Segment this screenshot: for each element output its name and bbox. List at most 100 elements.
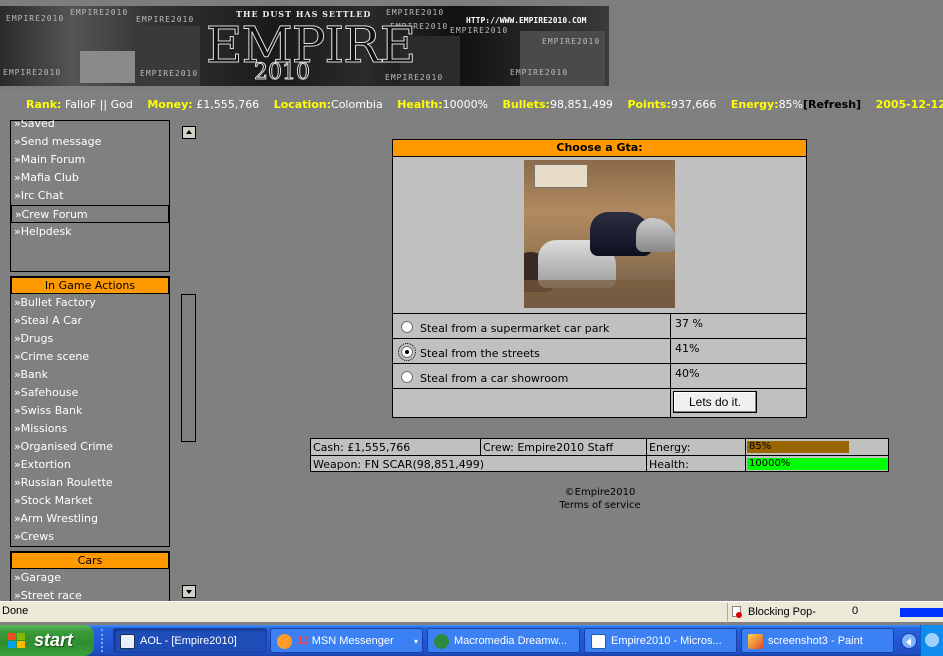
- menu-item-irc-chat[interactable]: »Irc Chat: [11, 187, 169, 205]
- menu-item-label: Organised Crime: [20, 440, 114, 453]
- menu-item-helpdesk[interactable]: »Helpdesk: [11, 223, 169, 241]
- menu-item-label: Drugs: [20, 332, 54, 345]
- watermark: EMPIRE2010: [70, 8, 129, 17]
- taskbar-item-msn[interactable]: 11 MSN Messenger ▾: [270, 628, 423, 653]
- menu-item-label: Steal A Car: [20, 314, 83, 327]
- menu-item-label: Main Forum: [20, 153, 86, 166]
- showroom-radio[interactable]: [401, 371, 413, 383]
- menu-bullet: »: [14, 458, 21, 471]
- gta-option-percent: 37 %: [675, 317, 703, 330]
- menu-item-mafia-club[interactable]: »Mafia Club: [11, 169, 169, 187]
- player-status-bar: Rank: FalloF || God Money: £1,555,766 Lo…: [0, 98, 943, 114]
- scroll-up-arrow[interactable]: [182, 126, 196, 139]
- menu-item-label: Mafia Club: [20, 171, 79, 184]
- menu-item-label: Saved: [20, 120, 55, 130]
- watermark: EMPIRE2010: [136, 15, 195, 24]
- menu-bullet: »: [14, 171, 21, 184]
- health-bar: 10000%: [747, 458, 888, 470]
- gta-option-label: Steal from a supermarket car park: [420, 322, 610, 335]
- task-label: Macromedia Dreamw...: [454, 635, 568, 647]
- progress-bar: [900, 608, 943, 617]
- browser-status-bar: Done Blocking Pop-Ups▾ 0: [0, 601, 943, 636]
- bullets-label: Bullets:: [502, 98, 550, 111]
- empire-logo-banner[interactable]: EMPIRE2010 EMPIRE2010 EMPIRE2010 EMPIRE2…: [0, 6, 609, 86]
- menu-item-label: Russian Roulette: [20, 476, 113, 489]
- menu-bullet: »: [14, 135, 21, 148]
- refresh-link[interactable]: [Refresh]: [803, 98, 861, 111]
- taskbar-item-paint[interactable]: screenshot3 - Paint: [741, 628, 894, 653]
- popup-blocker[interactable]: Blocking Pop-Ups▾: [727, 603, 837, 636]
- points-label: Points:: [627, 98, 671, 111]
- show-hidden-icons-button[interactable]: [901, 633, 917, 649]
- car-showroom-photo: [524, 160, 675, 308]
- start-button[interactable]: start: [0, 625, 94, 656]
- menu-item-steal-a-car[interactable]: »Steal A Car: [11, 312, 169, 330]
- weapon-value: Weapon: FN SCAR(98,851,499): [313, 458, 485, 471]
- task-label: AOL - [Empire2010]: [140, 635, 237, 647]
- menu-bullet: »: [14, 225, 21, 238]
- menu-item-main-forum[interactable]: »Main Forum: [11, 151, 169, 169]
- player-stats-table: Cash: £1,555,766 Crew: Empire2010 Staff …: [310, 438, 889, 472]
- windows-taskbar: start AOL - [Empire2010] 11 MSN Messenge…: [0, 625, 943, 656]
- menu-header-game-actions: In Game Actions: [11, 277, 169, 294]
- menu-item-missions[interactable]: »Missions: [11, 420, 169, 438]
- server-date: 2005-12-12 07:50: [875, 98, 943, 111]
- menu-item-extortion[interactable]: »Extortion: [11, 456, 169, 474]
- menu-item-russian-roulette[interactable]: »Russian Roulette: [11, 474, 169, 492]
- gta-empty-cell: [393, 389, 671, 418]
- menu-item-bullet-factory[interactable]: »Bullet Factory: [11, 294, 169, 312]
- taskbar-item-ie[interactable]: Empire2010 - Micros...: [584, 628, 737, 653]
- lets-do-it-button[interactable]: Lets do it.: [673, 391, 757, 413]
- health-bar-fill: 10000%: [747, 458, 888, 470]
- menu-item-label: Crew Forum: [21, 208, 88, 221]
- watermark: EMPIRE2010: [140, 69, 199, 78]
- menu-header-cars: Cars: [11, 552, 169, 569]
- start-label: start: [34, 630, 74, 650]
- menu-item-send-message[interactable]: »Send message: [11, 133, 169, 151]
- energy-bar-fill: 85%: [747, 441, 849, 453]
- taskbar-item-dreamweaver[interactable]: Macromedia Dreamw...: [427, 628, 580, 653]
- menu-item-organised-crime[interactable]: »Organised Crime: [11, 438, 169, 456]
- health-label: Health:: [397, 98, 443, 111]
- menu-item-label: Irc Chat: [20, 189, 64, 202]
- chevron-down-icon[interactable]: ▾: [414, 629, 418, 652]
- popup-count: 0: [852, 605, 859, 617]
- tray-icon[interactable]: [925, 633, 939, 647]
- menu-item-label: Arm Wrestling: [20, 512, 98, 525]
- menu-item-crime-scene[interactable]: »Crime scene: [11, 348, 169, 366]
- menu-item-street-race[interactable]: »Street race: [11, 587, 169, 601]
- scroll-down-arrow[interactable]: [182, 585, 196, 598]
- terms-link[interactable]: Terms of service: [500, 499, 700, 512]
- gta-option-percent: 40%: [675, 367, 700, 380]
- taskbar-item-aol[interactable]: AOL - [Empire2010]: [113, 628, 267, 653]
- menu-item-garage[interactable]: »Garage: [11, 569, 169, 587]
- menu-item-label: Stock Market: [20, 494, 93, 507]
- logo-year: 2010: [254, 60, 311, 86]
- showroom-sign: [534, 164, 588, 188]
- gta-option-cell: Steal from a supermarket car park: [393, 314, 671, 338]
- watermark: EMPIRE2010: [510, 68, 569, 77]
- menu-item-crew-forum[interactable]: »Crew Forum: [11, 205, 169, 223]
- menu-item-crews[interactable]: »Crews: [11, 528, 169, 546]
- supermarket-radio[interactable]: [401, 321, 413, 333]
- site-url: HTTP://WWW.EMPIRE2010.COM: [466, 16, 587, 25]
- money-value: £1,555,766: [196, 98, 260, 111]
- streets-radio[interactable]: [398, 343, 416, 361]
- menu-item-stock-market[interactable]: »Stock Market: [11, 492, 169, 510]
- ie-icon: [591, 634, 606, 649]
- menu-item-label: Crews: [20, 530, 55, 543]
- menu-item-drugs[interactable]: »Drugs: [11, 330, 169, 348]
- menu-item-label: Street race: [20, 589, 82, 601]
- menu-item-arm-wrestling[interactable]: »Arm Wrestling: [11, 510, 169, 528]
- menu-item-swiss-bank[interactable]: »Swiss Bank: [11, 402, 169, 420]
- logo-name: EMPIRE: [205, 16, 416, 75]
- menu-item-saved[interactable]: »Saved: [11, 120, 169, 133]
- dreamweaver-icon: [434, 634, 449, 649]
- gta-submit-row: Lets do it.: [393, 388, 806, 418]
- menu-item-label: Swiss Bank: [20, 404, 83, 417]
- taskbar-grip[interactable]: [101, 629, 107, 652]
- menu-item-bank[interactable]: »Bank: [11, 366, 169, 384]
- truck-graphic: [80, 51, 135, 83]
- scroll-thumb[interactable]: [181, 294, 196, 442]
- menu-item-safehouse[interactable]: »Safehouse: [11, 384, 169, 402]
